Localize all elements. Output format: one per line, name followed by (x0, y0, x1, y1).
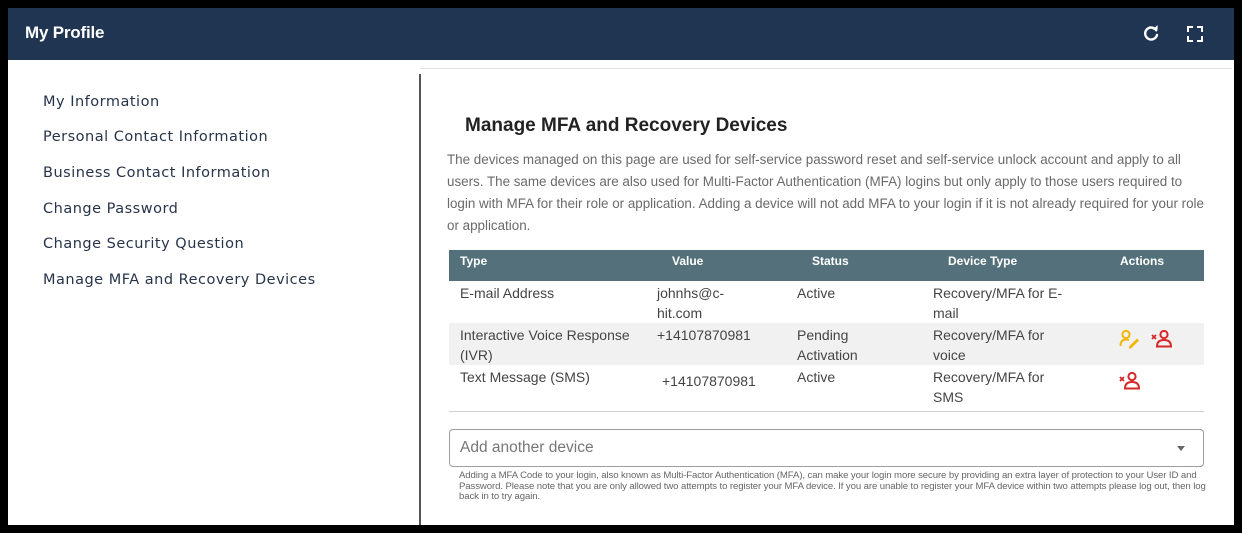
sidebar-item-change-password[interactable]: Change Password (43, 201, 178, 217)
edit-user-icon[interactable] (1119, 329, 1141, 349)
page-title: My Profile (25, 23, 105, 42)
cell-actions (1105, 365, 1204, 411)
section-title: Manage MFA and Recovery Devices (465, 115, 788, 136)
cell-value: johnhs@c-hit.com (657, 285, 725, 321)
table-row: Interactive Voice Response (IVR) +141078… (449, 323, 1204, 365)
refresh-icon[interactable] (1141, 24, 1161, 44)
add-device-placeholder: Add another device (460, 439, 594, 456)
sidebar-item-personal-contact[interactable]: Personal Contact Information (43, 129, 268, 145)
chevron-down-icon (1177, 446, 1185, 451)
sidebar-item-business-contact[interactable]: Business Contact Information (43, 165, 271, 181)
table-header-row: Type Value Status Device Type Actions (449, 250, 1204, 281)
table-row: E-mail Address johnhs@c-hit.com Active R… (449, 281, 1204, 323)
sidebar-item-mfa-devices[interactable]: Manage MFA and Recovery Devices (43, 272, 316, 288)
cell-status: Active (797, 285, 836, 301)
cell-type: Text Message (SMS) (460, 369, 590, 385)
cell-status: Active (797, 369, 836, 385)
remove-user-icon[interactable] (1151, 329, 1173, 349)
column-header-status[interactable]: Status (797, 250, 933, 281)
add-device-select[interactable]: Add another device (449, 429, 1204, 467)
cell-status: Pending Activation (797, 327, 858, 363)
section-description: The devices managed on this page are use… (447, 152, 1204, 233)
column-header-type[interactable]: Type (449, 250, 657, 281)
profile-window: My Profile My Information Personal Conta… (8, 8, 1234, 525)
top-divider (420, 68, 1232, 69)
column-header-actions: Actions (1120, 254, 1165, 268)
fullscreen-icon[interactable] (1185, 24, 1205, 44)
cell-actions (1105, 323, 1204, 365)
sidebar-item-security-question[interactable]: Change Security Question (43, 236, 244, 252)
cell-type: Interactive Voice Response (IVR) (460, 327, 630, 363)
cell-device-type: Recovery/MFA for SMS (933, 369, 1045, 405)
remove-user-icon[interactable] (1119, 371, 1141, 391)
cell-value: +14107870981 (662, 373, 756, 389)
column-header-value[interactable]: Value (657, 250, 797, 281)
table-row: Text Message (SMS) +14107870981 Active R… (449, 365, 1204, 411)
devices-table: Type Value Status Device Type Actions E-… (449, 250, 1204, 412)
cell-type: E-mail Address (460, 285, 555, 301)
mfa-help-text: Adding a MFA Code to your login, also kn… (459, 470, 1206, 502)
cell-device-type: Recovery/MFA for voice (933, 327, 1045, 363)
column-header-device-type[interactable]: Device Type (933, 250, 1105, 281)
cell-value: +14107870981 (657, 327, 751, 343)
cell-device-type: Recovery/MFA for E-mail (933, 285, 1063, 321)
sidebar-divider (419, 74, 421, 525)
cell-actions (1105, 281, 1204, 323)
header-bar: My Profile (8, 8, 1234, 60)
sidebar-item-my-information[interactable]: My Information (43, 94, 160, 110)
